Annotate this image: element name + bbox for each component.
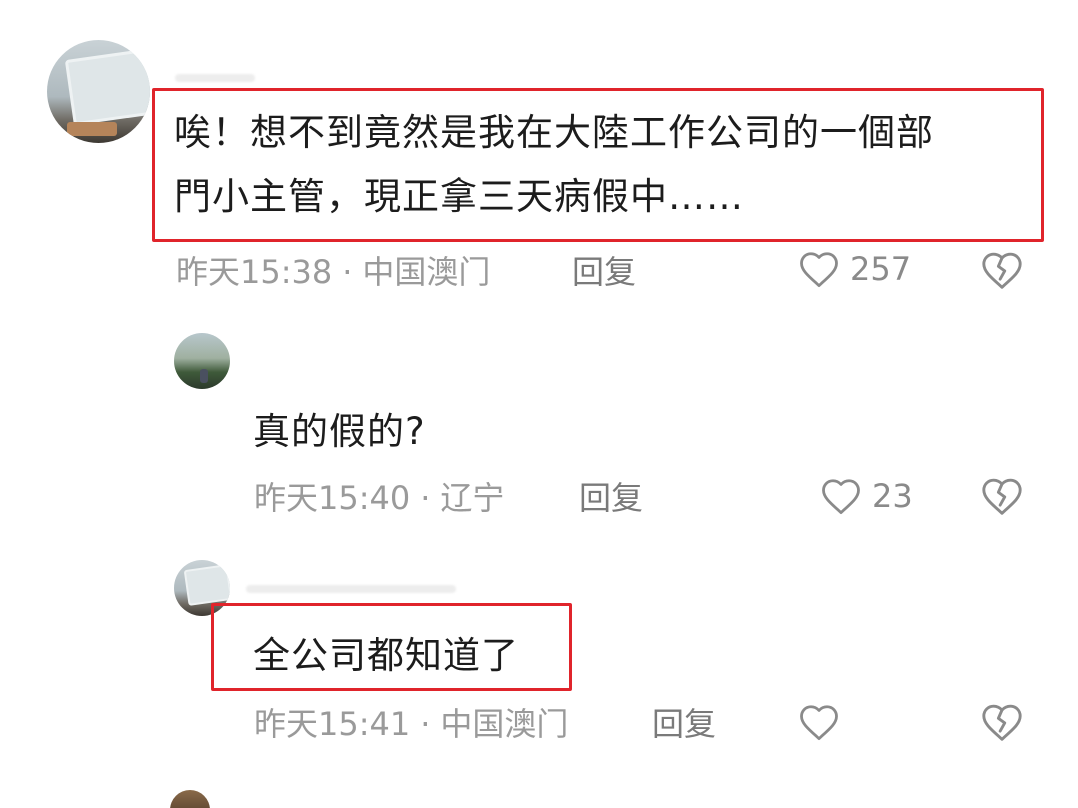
- avatar[interactable]: [47, 40, 150, 143]
- comment-time: 昨天15:38: [176, 253, 333, 291]
- comment-time: 昨天15:40: [254, 479, 411, 517]
- comment-text: 真的假的?: [253, 400, 426, 464]
- avatar[interactable]: [174, 333, 230, 389]
- meta-separator: ·: [342, 253, 353, 291]
- heart-outline-icon: [800, 705, 838, 741]
- heart-outline-icon: [800, 252, 838, 288]
- dislike-button[interactable]: [980, 702, 1024, 746]
- comment-text: 唉！想不到竟然是我在大陸工作公司的一個部 門小主管，現正拿三天病假中……: [174, 101, 934, 229]
- heart-outline-icon: [822, 479, 860, 515]
- like-button[interactable]: 23: [820, 476, 913, 516]
- reply-button[interactable]: 回复: [652, 704, 716, 744]
- comment-line: 唉！想不到竟然是我在大陸工作公司的一個部: [174, 111, 934, 154]
- meta-separator: ·: [420, 705, 431, 743]
- like-count: 23: [872, 477, 913, 515]
- comment-meta: 昨天15:38 · 中国澳门: [176, 252, 490, 292]
- reply-button[interactable]: 回复: [572, 252, 636, 292]
- dislike-button[interactable]: [980, 250, 1024, 294]
- broken-heart-icon: [982, 252, 1022, 289]
- broken-heart-icon: [982, 478, 1022, 515]
- comment-location: 辽宁: [440, 479, 505, 517]
- like-count: 257: [850, 250, 912, 288]
- like-button[interactable]: [798, 702, 840, 742]
- comment-meta: 昨天15:40 · 辽宁: [254, 478, 504, 518]
- username-blurred: [246, 585, 456, 593]
- dislike-button[interactable]: [980, 476, 1024, 520]
- comment-location: 中国澳门: [440, 705, 569, 743]
- like-button[interactable]: 257: [798, 249, 911, 289]
- comment-meta: 昨天15:41 · 中国澳门: [254, 704, 568, 744]
- reply-button[interactable]: 回复: [579, 478, 643, 518]
- comment-time: 昨天15:41: [254, 705, 411, 743]
- comment-line: 門小主管，現正拿三天病假中……: [174, 175, 744, 218]
- avatar[interactable]: [170, 790, 210, 808]
- comment-thread: 唉！想不到竟然是我在大陸工作公司的一個部 門小主管，現正拿三天病假中…… 昨天1…: [0, 0, 1078, 808]
- comment-location: 中国澳门: [362, 253, 491, 291]
- comment-text: 全公司都知道了: [253, 624, 519, 688]
- comment-line: 真的假的?: [253, 410, 426, 453]
- broken-heart-icon: [982, 704, 1022, 741]
- comment-line: 全公司都知道了: [253, 634, 519, 677]
- username-blurred: [175, 74, 255, 82]
- meta-separator: ·: [420, 479, 431, 517]
